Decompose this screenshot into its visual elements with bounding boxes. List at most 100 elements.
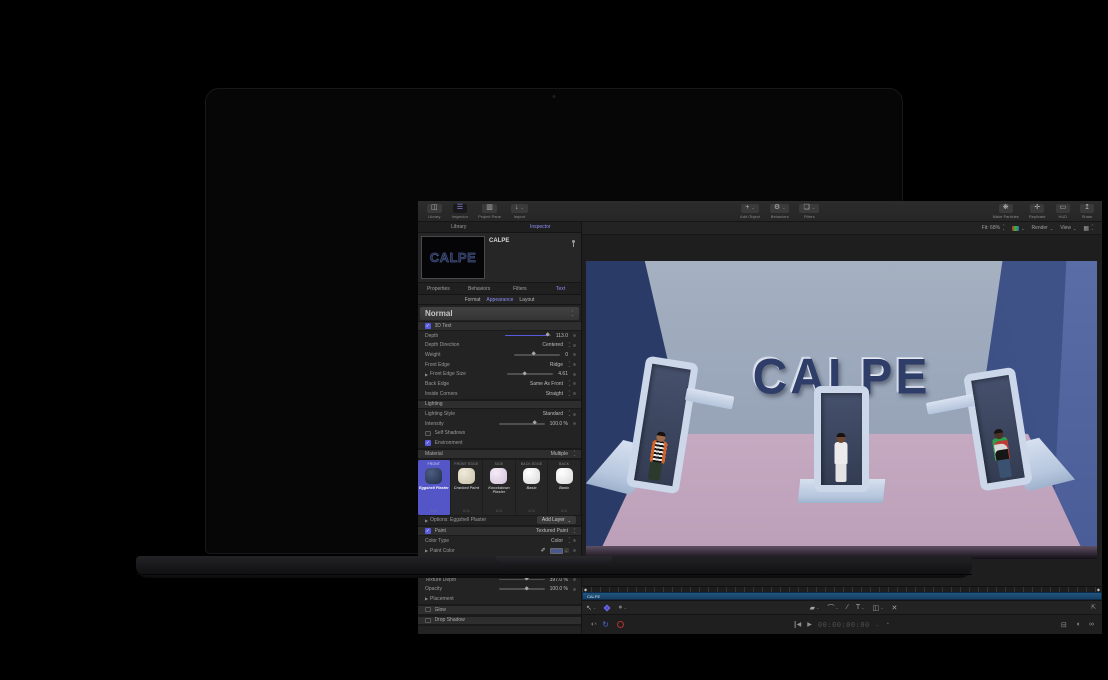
param-select[interactable]: Centered⌃⌄ [542, 342, 571, 348]
param-row-material[interactable]: MaterialMultiple⌃⌄ [418, 449, 581, 459]
layout-grid-control[interactable]: ▦ ⌃⌄ [1083, 225, 1094, 232]
transform-3d-tool[interactable] [604, 605, 610, 611]
audio-icon[interactable]: ◖ [1076, 621, 1080, 628]
checkbox[interactable] [425, 618, 431, 624]
link-icon[interactable]: ⊂⊃ [430, 508, 437, 513]
record-icon[interactable] [617, 621, 624, 628]
param-value[interactable]: 100.0 % [550, 421, 568, 427]
slider-thumb[interactable] [545, 332, 550, 337]
keyframe-indicator[interactable] [573, 334, 576, 337]
toolbar-button-behaviors[interactable]: ⚙⌄Behaviors [765, 201, 795, 221]
channel-control[interactable]: ⌄ [1012, 226, 1024, 231]
slider-thumb[interactable] [525, 586, 530, 591]
tab-filters[interactable]: Filters [500, 283, 541, 294]
paint-color-swatch[interactable] [550, 548, 563, 554]
toolbar-button-library[interactable]: ◫Library [422, 201, 447, 221]
keyframe-indicator[interactable] [573, 392, 576, 395]
param-row-drop-shadow[interactable]: Drop Shadow [418, 616, 581, 626]
toolbar-button-hud[interactable]: ▭HUD [1051, 201, 1076, 221]
param-row-3d-text[interactable]: ✓3D Text [418, 321, 581, 331]
param-row-opacity[interactable]: Opacity100.0 % [418, 584, 581, 594]
param-row-lighting-style[interactable]: Lighting StyleStandard⌃⌄ [418, 409, 581, 419]
material-swatch-side[interactable]: SIDEKnockdown Plaster⊂⊃ [483, 460, 516, 515]
subtab-format[interactable]: Format [465, 297, 481, 303]
keyframe-indicator[interactable] [573, 373, 576, 376]
toolbar-button-project-pane[interactable]: ▥Project Pane [473, 201, 506, 221]
param-select[interactable]: Multiple⌃⌄ [551, 451, 576, 457]
link-icon[interactable]: ⊂⊃ [528, 508, 535, 513]
param-value[interactable]: 113.0 [556, 333, 568, 339]
mute-audio-icon[interactable]: ◖✕ [590, 621, 594, 628]
param-select[interactable]: Standard⌃⌄ [543, 411, 571, 417]
toolbar-button-inspector[interactable]: ☰Inspector [447, 201, 473, 221]
tab-text[interactable]: Text [540, 283, 581, 294]
param-slider[interactable] [499, 579, 545, 581]
color-menu-icon[interactable]: ⌄ [564, 548, 569, 553]
layer-thumbnail[interactable]: CALPE [421, 236, 485, 279]
toolbar-button-make-particles[interactable]: ❋Make Particles [988, 201, 1024, 221]
loop-playback-icon[interactable]: ↻ [602, 620, 609, 629]
view-menu[interactable]: View ⌄ [1060, 225, 1076, 231]
timecode-menu-icon[interactable]: ⌄ [876, 622, 879, 627]
param-row-paint[interactable]: ✓PaintTextured Paint⌃⌄ [418, 526, 581, 536]
param-row-placement[interactable]: ▶Placement [418, 594, 581, 604]
slider-thumb[interactable] [532, 420, 537, 425]
keyframe-indicator[interactable] [573, 588, 576, 591]
param-select[interactable]: Color⌃⌄ [551, 538, 571, 544]
param-row-environment[interactable]: ✓Environment [418, 438, 581, 448]
material-swatch-front[interactable]: FRONTEggshell Plaster⊂⊃ [418, 460, 451, 515]
slider-thumb[interactable] [531, 352, 536, 357]
add-layer-button[interactable]: Add Layer⌄ [537, 516, 576, 524]
panel-tab-inspector[interactable]: Inspector [500, 222, 582, 232]
param-row-front-edge[interactable]: Front EdgeRidge⌃⌄ [418, 360, 581, 370]
select-tool[interactable]: ↖⌄ [586, 604, 596, 612]
param-row-inside-corners[interactable]: Inside CornersStraight⌃⌄ [418, 389, 581, 399]
pointer-corner-icon[interactable]: ⇱ [1091, 604, 1096, 611]
tab-behaviors[interactable]: Behaviors [459, 283, 500, 294]
panel-tab-library[interactable]: Library [418, 222, 500, 232]
toolbar-button-add-object[interactable]: +⌄Add Object [735, 201, 765, 221]
bezier-tool[interactable]: ⌒⌄ [827, 603, 838, 613]
eyedropper-icon[interactable]: ✐ [541, 547, 546, 554]
param-row-options[interactable]: ▶Options: Eggshell PlasterAdd Layer⌄ [418, 516, 581, 526]
link-icon[interactable]: ⊂⊃ [561, 508, 568, 513]
param-slider[interactable] [507, 373, 553, 375]
canvas-area[interactable]: CALPE [582, 235, 1102, 586]
checkbox[interactable]: ✓ [425, 440, 431, 446]
keyframe-indicator[interactable] [573, 422, 576, 425]
param-slider[interactable] [505, 335, 551, 337]
text-tool[interactable]: T⌄ [856, 604, 865, 611]
subtab-layout[interactable]: Layout [519, 297, 534, 303]
subtab-appearance[interactable]: Appearance [486, 297, 513, 303]
pan-tool[interactable]: ●⌄ [618, 604, 627, 611]
keyframe-indicator[interactable] [573, 413, 576, 416]
param-row-front-edge-size[interactable]: ▶Front Edge Size4.61 [418, 369, 581, 379]
param-slider[interactable] [499, 423, 545, 425]
shape-tool[interactable]: ▰⌄ [810, 604, 820, 612]
link-icon[interactable]: ∞ [1089, 621, 1094, 628]
zoom-level-control[interactable]: Fit: 68% ⌃⌄ [982, 225, 1005, 231]
param-select[interactable]: Straight⌃⌄ [546, 391, 571, 397]
material-swatch-front-edge[interactable]: FRONT EDGECracked Paint⊂⊃ [451, 460, 484, 515]
keyframe-indicator[interactable] [573, 363, 576, 366]
param-select[interactable]: Textured Paint⌃⌄ [536, 528, 576, 534]
slider-thumb[interactable] [522, 371, 527, 376]
material-swatch-back-edge[interactable]: BACK EDGEBasic⊂⊃ [516, 460, 549, 515]
param-row-weight[interactable]: Weight0 [418, 350, 581, 360]
line-tool[interactable]: ∕ [847, 604, 848, 611]
param-row-depth[interactable]: Depth113.0 [418, 331, 581, 341]
adjust-item-tool[interactable]: ✕ [892, 604, 898, 612]
keyframe-indicator[interactable] [573, 578, 576, 581]
param-slider[interactable] [499, 588, 545, 590]
checkbox[interactable] [425, 607, 431, 613]
project-video-frame[interactable]: CALPE [586, 261, 1097, 559]
timeline-clip[interactable]: CALPE [582, 592, 1102, 600]
param-row-paint-color[interactable]: ▶Paint Color✐⌄ [418, 546, 581, 556]
checkbox[interactable] [425, 431, 431, 437]
checkbox[interactable]: ✓ [425, 323, 431, 329]
toolbar-button-replicate[interactable]: ✛Replicate [1024, 201, 1051, 221]
material-swatch-back[interactable]: BACKBasic⊂⊃ [548, 460, 581, 515]
frame-clock-icon[interactable]: ◔ [885, 621, 889, 628]
timecode-display[interactable]: 00:00:00:00 [818, 621, 870, 629]
param-row-back-edge[interactable]: Back EdgeSame As Front⌃⌄ [418, 379, 581, 389]
